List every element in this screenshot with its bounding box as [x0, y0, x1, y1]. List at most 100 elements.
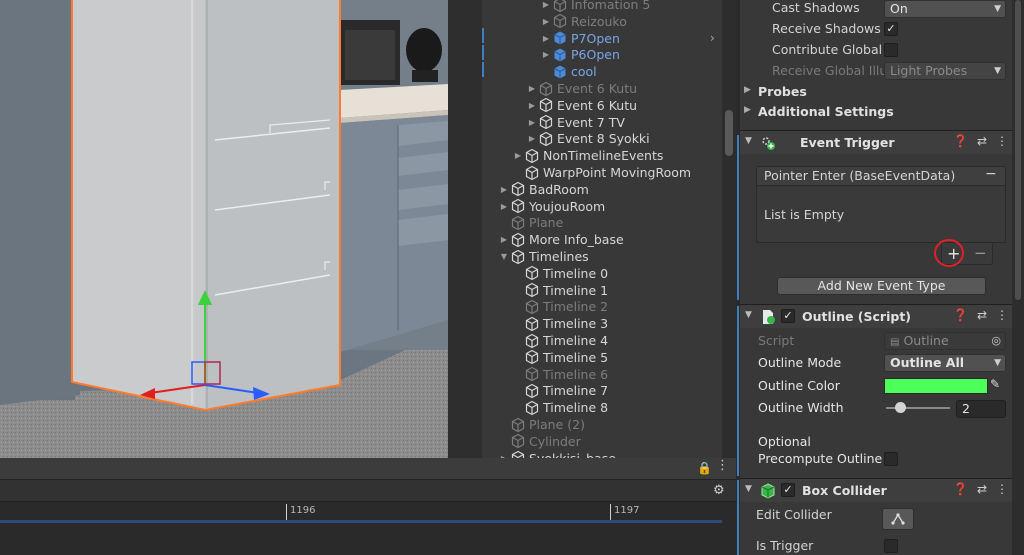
hierarchy-item[interactable]: ▶ More Info_base: [498, 231, 624, 248]
hierarchy-item[interactable]: ▶ Event 8 Syokki: [526, 130, 650, 147]
edit-bounds-icon: [891, 513, 905, 525]
outline-enabled-checkbox[interactable]: ✓: [781, 309, 795, 323]
hierarchy-item[interactable]: ▶ YoujouRoom: [498, 198, 605, 215]
outline-mode-dropdown[interactable]: Outline All ▼: [884, 354, 1006, 372]
presets-icon[interactable]: ⇄: [977, 134, 987, 148]
hierarchy-item[interactable]: ▶ Event 7 TV: [526, 114, 625, 131]
script-field[interactable]: ▤ Outline ◎: [884, 332, 1006, 350]
fold-right-icon[interactable]: ▶: [744, 85, 751, 95]
fold-down-icon[interactable]: ▼: [745, 136, 752, 146]
box-collider-header[interactable]: ▼ ✓ Box Collider ❓ ⇄ ⋮: [740, 478, 1012, 502]
hierarchy-item[interactable]: Timeline 4: [512, 332, 608, 349]
empty-list-text: List is Empty: [764, 207, 845, 222]
is-trigger-checkbox[interactable]: [884, 539, 898, 553]
presets-icon[interactable]: ⇄: [977, 482, 987, 496]
hierarchy-item[interactable]: WarpPoint MovingRoom: [512, 164, 691, 181]
outline-script-header[interactable]: ▼ ✓ Outline (Script) ❓ ⇄ ⋮: [740, 304, 1012, 328]
timeline-panel[interactable]: 🔒 ⋮ ⚙ 1196 1197: [0, 458, 736, 555]
fold-right-icon[interactable]: ▶: [526, 84, 538, 93]
outline-width-input[interactable]: 2: [956, 400, 1006, 418]
scene-view[interactable]: [0, 0, 448, 458]
hierarchy-item[interactable]: ▶ P6Open: [540, 46, 620, 63]
fold-right-icon[interactable]: ▶: [540, 17, 552, 26]
hierarchy-item[interactable]: Timeline 3: [512, 315, 608, 332]
add-new-event-type-button[interactable]: Add New Event Type: [777, 277, 986, 295]
additional-settings-foldout[interactable]: Additional Settings: [758, 104, 894, 119]
gameobject-icon: [510, 198, 526, 214]
fold-right-icon[interactable]: ▶: [512, 151, 524, 160]
object-picker-icon[interactable]: ◎: [991, 333, 1001, 349]
hierarchy-item[interactable]: ▶ Reizouko: [540, 13, 627, 30]
outline-width-slider-thumb[interactable]: [895, 402, 906, 413]
hierarchy-item-label: Plane: [529, 215, 564, 231]
fold-down-icon[interactable]: ▼: [498, 252, 510, 261]
hierarchy-item[interactable]: Timeline 5: [512, 349, 608, 366]
hierarchy-item[interactable]: ▶ Infomation 5: [540, 0, 650, 13]
hierarchy-item[interactable]: ▶ Event 6 Kutu: [526, 97, 637, 114]
hierarchy-item[interactable]: ▶ P7Open ›: [540, 30, 715, 47]
cast-shadows-dropdown[interactable]: On ▼: [884, 0, 1006, 18]
hierarchy-item[interactable]: Timeline 6: [512, 366, 608, 383]
hierarchy-item[interactable]: Plane: [498, 214, 563, 231]
hierarchy-item[interactable]: Timeline 2: [512, 298, 608, 315]
fold-right-icon[interactable]: ▶: [526, 101, 538, 110]
hierarchy-item[interactable]: Timeline 7: [512, 382, 608, 399]
prefab-icon: [552, 47, 568, 63]
fold-right-icon[interactable]: ▶: [744, 105, 751, 115]
hierarchy-item[interactable]: Plane (2): [498, 416, 585, 433]
more-options-icon[interactable]: ⋮: [996, 134, 1008, 148]
help-icon[interactable]: ❓: [953, 134, 968, 148]
hierarchy-item[interactable]: Timeline 8: [512, 399, 608, 416]
event-trigger-header[interactable]: ▼ Event Trigger ❓ ⇄ ⋮: [740, 130, 1012, 154]
hierarchy-item[interactable]: Cylinder: [498, 433, 581, 450]
lock-icon[interactable]: 🔒: [697, 461, 712, 475]
edit-collider-button[interactable]: [882, 508, 914, 530]
hierarchy-item[interactable]: cool: [540, 63, 597, 80]
hierarchy-item[interactable]: ▶ Event 6 Kutu: [526, 80, 637, 97]
inspector-panel[interactable]: Cast Shadows On ▼ Receive Shadows ✓ Cont…: [736, 0, 1024, 555]
fold-right-icon[interactable]: ▶: [498, 202, 510, 211]
gameobject-icon: [510, 417, 526, 433]
eyedropper-icon[interactable]: ✎: [990, 377, 1000, 391]
precompute-outline-checkbox[interactable]: [884, 452, 898, 466]
fold-right-icon[interactable]: ▶: [498, 185, 510, 194]
fold-right-icon[interactable]: ▶: [540, 34, 552, 43]
probes-foldout[interactable]: Probes: [758, 84, 807, 99]
receive-gi-dropdown[interactable]: Light Probes ▼: [884, 62, 1006, 80]
contribute-global-checkbox[interactable]: [884, 43, 898, 57]
presets-icon[interactable]: ⇄: [977, 308, 987, 322]
more-options-icon[interactable]: ⋮: [996, 482, 1008, 496]
hierarchy-item-label: BadRoom: [529, 181, 589, 197]
timeline-ruler[interactable]: 1196 1197: [0, 502, 736, 555]
help-icon[interactable]: ❓: [953, 482, 968, 496]
gameobject-icon: [524, 265, 540, 281]
more-options-icon[interactable]: ⋮: [996, 308, 1008, 322]
hierarchy-item[interactable]: Timeline 1: [512, 282, 608, 299]
help-icon[interactable]: ❓: [953, 308, 968, 322]
fold-right-icon[interactable]: ▶: [540, 0, 552, 9]
gameobject-icon: [524, 148, 540, 164]
fold-right-icon[interactable]: ▶: [526, 134, 538, 143]
more-options-icon[interactable]: ⋮: [716, 458, 729, 473]
outline-color-swatch[interactable]: [884, 378, 988, 394]
hierarchy-item[interactable]: ▼ Timelines: [498, 248, 589, 265]
hierarchy-item[interactable]: ▶ BadRoom: [498, 181, 589, 198]
fold-right-icon[interactable]: ▶: [526, 118, 538, 127]
fold-right-icon[interactable]: ▶: [540, 50, 552, 59]
box-collider-enabled-checkbox[interactable]: ✓: [781, 483, 795, 497]
chevron-right-icon[interactable]: ›: [710, 31, 715, 45]
fold-right-icon[interactable]: ▶: [498, 235, 510, 244]
remove-entry-button[interactable]: −: [985, 166, 997, 182]
scene-canvas[interactable]: [0, 0, 448, 458]
receive-shadows-checkbox[interactable]: ✓: [884, 22, 898, 36]
fold-down-icon[interactable]: ▼: [745, 484, 752, 494]
gear-icon[interactable]: ⚙: [713, 483, 725, 498]
fold-down-icon[interactable]: ▼: [745, 310, 752, 320]
hierarchy-panel[interactable]: ▶ Infomation 5 ▶ Reizouko ▶ P7Open › ▶ P6Open coo…: [448, 0, 736, 458]
remove-selected-button[interactable]: −: [974, 244, 987, 262]
hierarchy-item[interactable]: ▶Syokkisi_base: [498, 450, 616, 458]
hierarchy-item[interactable]: ▶ NonTimelineEvents: [512, 147, 663, 164]
hierarchy-scrollbar[interactable]: [722, 0, 736, 458]
inspector-scrollbar[interactable]: [1012, 0, 1024, 555]
hierarchy-item[interactable]: Timeline 0: [512, 265, 608, 282]
